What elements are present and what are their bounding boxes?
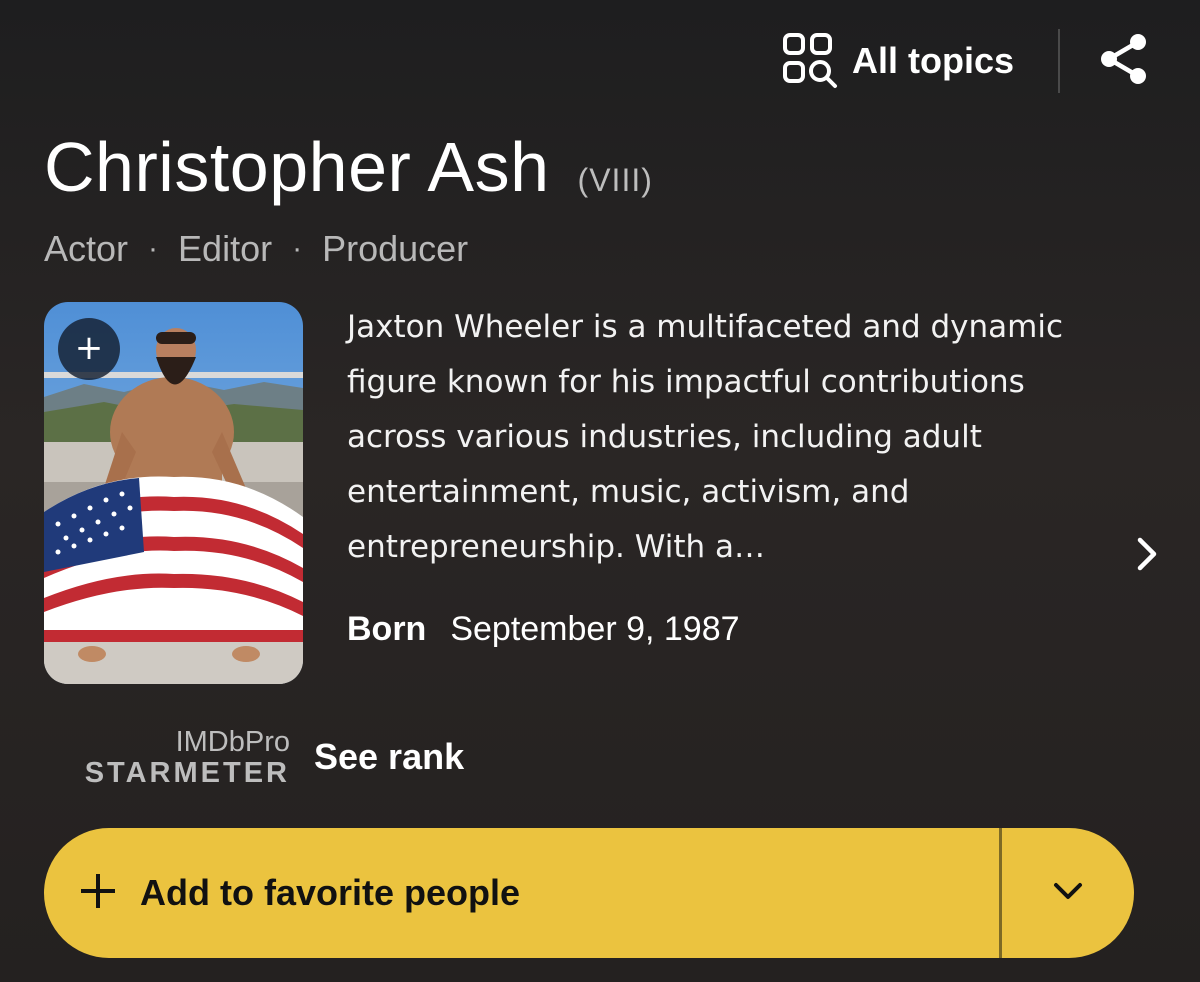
starmeter-logo: IMDbPro STARMETER	[54, 728, 290, 790]
all-topics-button[interactable]: All topics	[782, 32, 1014, 90]
top-bar: All topics	[782, 28, 1150, 94]
add-to-list-button[interactable]: +	[58, 318, 120, 380]
see-rank-link[interactable]: See rank	[314, 736, 464, 778]
share-icon[interactable]	[1098, 32, 1150, 90]
imdbpro-label: IMDbPro	[175, 726, 290, 758]
profession-item: Actor	[44, 228, 129, 269]
person-photo[interactable]: +	[44, 302, 303, 684]
grid-search-icon	[782, 32, 838, 90]
separator-dot: ·	[148, 232, 159, 265]
profession-item: Editor	[178, 228, 273, 269]
born-date: September 9, 1987	[450, 610, 740, 648]
plus-icon	[78, 871, 118, 915]
professions-list: Actor · Editor · Producer	[44, 228, 468, 270]
favorites-dropdown-button[interactable]	[1002, 828, 1134, 958]
add-to-favorites-label: Add to favorite people	[140, 872, 521, 913]
add-to-favorites-button-group: Add to favorite people	[44, 828, 1134, 958]
all-topics-label: All topics	[851, 40, 1014, 81]
separator-dot: ·	[292, 232, 303, 265]
born-label: Born	[347, 610, 427, 648]
chevron-down-icon	[1051, 880, 1085, 906]
starmeter-label: STARMETER	[84, 757, 290, 789]
chevron-right-icon[interactable]	[1128, 532, 1164, 580]
bio-text[interactable]: Jaxton Wheeler is a multifaceted and dyn…	[347, 300, 1067, 575]
name-suffix: (VIII)	[577, 162, 653, 198]
add-to-favorites-button[interactable]: Add to favorite people	[44, 828, 999, 958]
topbar-divider	[1058, 29, 1060, 93]
name-row: Christopher Ash (VIII)	[44, 122, 653, 212]
profession-item: Producer	[322, 228, 469, 269]
born-row: Born September 9, 1987	[347, 610, 740, 649]
person-name: Christopher Ash	[44, 128, 550, 206]
